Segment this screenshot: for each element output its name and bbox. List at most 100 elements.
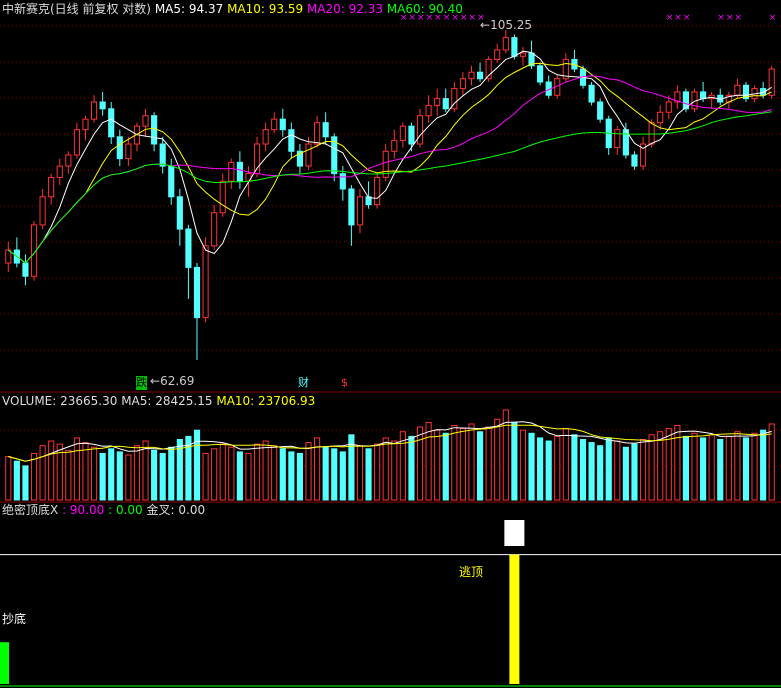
high-price-value: 105.25: [490, 18, 533, 32]
volume-bar: [90, 446, 98, 501]
candle-body: [262, 129, 269, 145]
volume-bar: [588, 442, 595, 501]
candle-body: [288, 129, 295, 152]
volume-bar: [742, 437, 750, 501]
top-marker: ×: [674, 13, 682, 23]
candle-body: [425, 104, 432, 117]
candle-body: [648, 122, 655, 145]
candle-body: [48, 176, 55, 198]
volume-bar: [768, 423, 775, 501]
candle-body: [116, 136, 123, 160]
top-marker: ×: [717, 13, 725, 23]
volume-bar: [288, 451, 295, 501]
candle-body: [56, 165, 63, 178]
volume-bar: [639, 438, 647, 501]
candle-body: [271, 118, 278, 131]
volume-bar: [99, 452, 106, 501]
volume-bar: [30, 452, 38, 501]
ma20-value: MA20: 92.33: [306, 2, 383, 16]
volume-bar: [734, 431, 741, 501]
top-marker: ×: [769, 13, 777, 23]
volume-bar: [82, 442, 89, 501]
tag-s: $: [341, 376, 348, 389]
volume-ma10: MA10: 23706.93: [216, 394, 316, 408]
candle-body: [73, 129, 80, 156]
volume-bar: [322, 446, 329, 501]
chart-canvas: × × × × × × × × × × × × × × × × ×: [0, 13, 781, 687]
candle-body: [219, 180, 226, 214]
volume-bar: [476, 431, 484, 501]
volume-bar: [416, 426, 424, 501]
volume-bar: [468, 423, 475, 501]
candle-body: [356, 196, 364, 226]
candle-body: [657, 111, 664, 124]
ma10-value: MA10: 93.59: [227, 2, 304, 16]
volume-bar: [717, 438, 724, 501]
volume-bar: [537, 437, 544, 501]
volume-bar: [700, 437, 707, 501]
volume-bar: [597, 445, 604, 501]
volume-bar: [691, 432, 698, 501]
candle-body: [125, 143, 132, 160]
tag-die: 跌: [136, 376, 147, 390]
indicator-panel-header: 绝密顶底X : 90.00 : 0.00 金叉: 0.00: [2, 503, 205, 517]
volume-bar: [382, 437, 389, 501]
candle-body: [168, 165, 175, 198]
candle-body: [597, 101, 604, 120]
volume-bar: [554, 435, 561, 501]
volume-bar: [133, 445, 141, 501]
volume-bar: [48, 440, 55, 501]
volume-bar: [442, 432, 449, 501]
candle-body: [142, 115, 149, 127]
candle-body: [588, 84, 595, 103]
candle-body: [459, 78, 466, 90]
volume-bar: [125, 454, 132, 501]
candle-body: [408, 125, 415, 145]
taoding-signal-bar: [509, 554, 520, 684]
candle-body: [99, 101, 106, 110]
tag-cai: 财: [298, 376, 309, 389]
volume-bar: [168, 446, 175, 501]
volume-bar: [708, 434, 715, 501]
volume-bar: [193, 429, 201, 501]
candle-body: [193, 266, 201, 319]
volume-bar: [296, 452, 304, 501]
indicator-name: 绝密顶底X: [2, 503, 59, 517]
candle-body: [245, 173, 252, 182]
candle-body: [537, 65, 544, 83]
volume-bar: [648, 434, 655, 501]
volume-bar: [391, 440, 398, 501]
volume-bar: [331, 448, 338, 501]
candle-body: [434, 98, 441, 106]
candle-body: [211, 212, 218, 247]
candle-body: [416, 115, 424, 145]
low-price-label: ←62.69: [150, 374, 195, 388]
top-marker: ×: [666, 13, 674, 23]
volume-bar: [65, 449, 72, 501]
candle-body: [734, 84, 741, 96]
volume-bar: [13, 460, 20, 501]
volume-bar: [571, 434, 578, 501]
candle-body: [159, 143, 166, 167]
volume-bar: [674, 425, 681, 501]
indicator-line2: : 0.00: [108, 503, 143, 517]
volume-value: VOLUME: 23665.30: [2, 394, 118, 408]
price-panel-header: 中新赛克(日线 前复权 对数) MA5: 94.37 MA10: 93.59 M…: [2, 2, 463, 16]
candle-body: [399, 125, 406, 141]
ma10-line: [8, 62, 772, 264]
top-marker: ×: [726, 13, 734, 23]
volume-bar: [494, 418, 501, 501]
high-price-label: ←105.25: [480, 18, 533, 32]
chaodi-signal-bar: [0, 642, 9, 684]
volume-bar: [485, 426, 492, 501]
volume-bar: [365, 448, 372, 501]
chaodi-label: 抄底: [2, 612, 27, 626]
stock-title: 中新赛克(日线 前复权 对数): [2, 2, 151, 16]
volume-bar: [211, 448, 218, 501]
candle-body: [502, 37, 509, 51]
candle-body: [305, 143, 312, 167]
candle-body: [322, 122, 329, 138]
ma60-line: [8, 111, 772, 264]
volume-bar: [22, 465, 29, 501]
candle-body: [665, 101, 672, 113]
